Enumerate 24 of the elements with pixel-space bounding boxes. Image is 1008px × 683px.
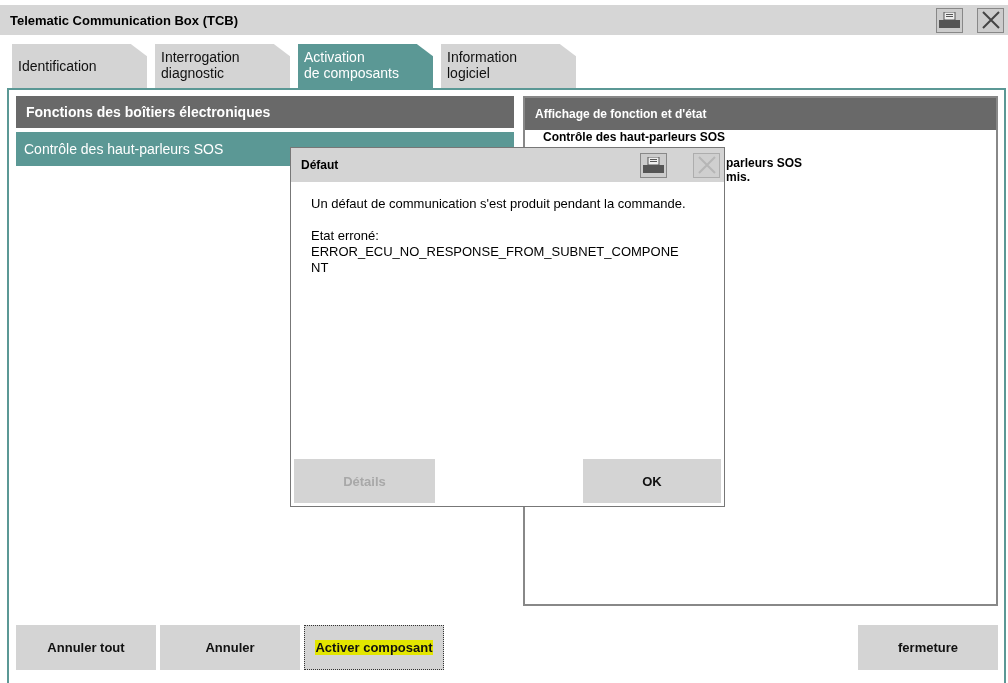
printer-icon bbox=[939, 12, 960, 28]
status-text: mis. bbox=[726, 170, 751, 184]
tab[interactable]: Interrogation diagnostic bbox=[155, 44, 290, 88]
close-action-button[interactable]: fermeture bbox=[858, 625, 998, 670]
error-code: ERROR_ECU_NO_RESPONSE_FROM_SUBNET_COMPONE NT bbox=[311, 244, 680, 276]
close-button[interactable] bbox=[977, 7, 1004, 33]
action-button[interactable]: Annuler tout bbox=[16, 625, 156, 670]
status-text: Contrôle des haut-parleurs SOS bbox=[543, 130, 727, 144]
print-button[interactable] bbox=[936, 7, 963, 33]
status-text: parleurs SOS bbox=[726, 156, 804, 170]
close-icon bbox=[696, 155, 717, 175]
error-label: Etat erroné: bbox=[311, 228, 380, 244]
error-message: Un défaut de communication s'est produit pendant la commande. bbox=[311, 196, 687, 212]
panel-header: Fonctions des boîtiers électroniques bbox=[16, 96, 514, 128]
printer-icon bbox=[643, 157, 664, 173]
print-button[interactable] bbox=[640, 152, 667, 178]
action-button[interactable]: Activer composant bbox=[304, 625, 444, 670]
tab[interactable]: Identification bbox=[12, 44, 147, 88]
tab[interactable]: Information logiciel bbox=[441, 44, 576, 88]
action-button[interactable]: Annuler bbox=[160, 625, 300, 670]
dialog-button[interactable]: OK bbox=[583, 459, 721, 503]
panel-header: Affichage de fonction et d'état bbox=[525, 98, 996, 130]
close-icon bbox=[980, 10, 1001, 30]
window-title: Telematic Communication Box (TCB) bbox=[10, 12, 239, 28]
